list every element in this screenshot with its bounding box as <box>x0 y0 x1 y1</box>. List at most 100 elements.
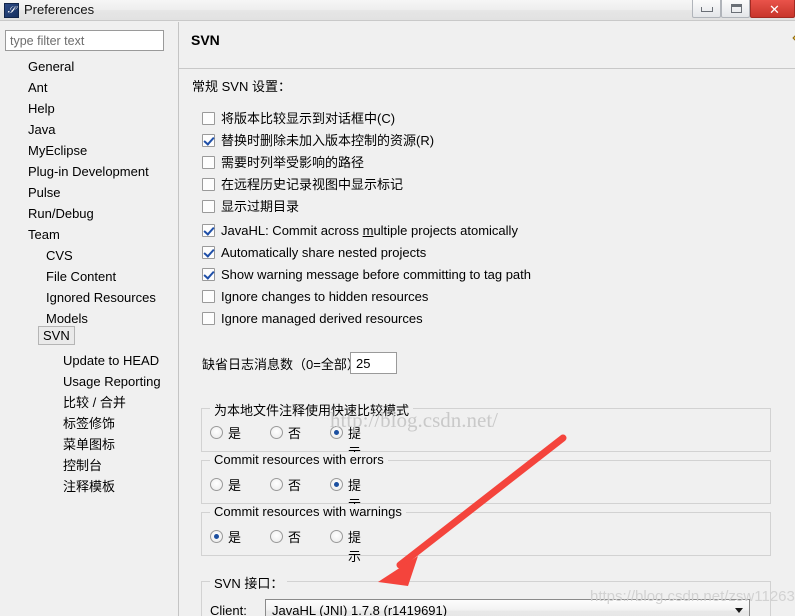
tree-item-label: File Content <box>46 269 117 284</box>
sidebar-item-comment-templates[interactable]: 注释模板 <box>63 476 115 497</box>
sidebar-item-run-debug[interactable]: Run/Debug <box>28 203 94 224</box>
sidebar-item-team[interactable]: Team <box>28 224 60 245</box>
checkbox-label: 显示过期目录 <box>221 199 300 214</box>
tree-item-label: Update to HEAD <box>63 353 160 368</box>
sidebar-item-menu-icons[interactable]: 菜单图标 <box>63 434 115 455</box>
radio-label: 是 <box>228 530 242 545</box>
tree-item-label: Ant <box>28 80 48 95</box>
checkbox-label: Automatically share nested projects <box>221 245 427 260</box>
preferences-tree[interactable]: General Ant Help Java MyEclipse Plug-in … <box>0 56 178 601</box>
checkbox-label: Show warning message before committing t… <box>221 267 532 282</box>
window-title: Preferences <box>24 2 95 17</box>
pane-header-separator <box>179 68 795 69</box>
radio-indicator <box>330 530 343 543</box>
radio-label: 是 <box>228 478 242 493</box>
radio-indicator <box>210 478 223 491</box>
watermark-center: http://blog.csdn.net/ <box>330 408 498 432</box>
sidebar-item-usage-reporting[interactable]: Usage Reporting <box>63 371 161 392</box>
checkbox-enumerate-affected-paths[interactable] <box>202 156 215 169</box>
sidebar-item-plugin-development[interactable]: Plug-in Development <box>28 161 149 182</box>
group-commit-with-errors: Commit resources with errors 是 否 提示 <box>201 452 771 512</box>
tree-item-label: Pulse <box>28 185 61 200</box>
checkbox-ignore-managed-derived-resources[interactable] <box>202 312 215 325</box>
window-controls: ✕ <box>692 0 795 20</box>
svn-client-value: JavaHL (JNI) 1.7.8 (r1419691) <box>272 603 448 616</box>
checkbox-ignore-hidden-resources[interactable] <box>202 290 215 303</box>
radio-indicator <box>270 478 283 491</box>
radio-indicator <box>210 426 223 439</box>
tree-item-label: 菜单图标 <box>63 437 116 452</box>
sidebar-item-label-decorations[interactable]: 标签修饰 <box>63 413 115 434</box>
client-label: Client: <box>210 603 247 616</box>
filter-placeholder: type filter text <box>10 34 85 48</box>
sidebar-item-cvs[interactable]: CVS <box>46 245 73 266</box>
svn-preferences-pane: SVN 常规 SVN 设置： 将版本比较显示到对话框中(C) 替换时删除未加入版… <box>179 22 795 616</box>
tree-item-label: Java <box>28 122 56 137</box>
radio-label: 是 <box>228 426 242 441</box>
sidebar-item-myeclipse[interactable]: MyEclipse <box>28 140 87 161</box>
checkbox-label: 将版本比较显示到对话框中(C) <box>221 111 396 126</box>
checkbox-label: 需要时列举受影响的路径 <box>221 155 365 170</box>
sidebar-item-general[interactable]: General <box>28 56 74 77</box>
preferences-window: 𝒮 Preferences ✕ type filter text General… <box>0 0 795 616</box>
maximize-button[interactable] <box>721 0 750 18</box>
tree-item-label: Ignored Resources <box>46 290 156 305</box>
group-legend: SVN 接口： <box>210 573 288 592</box>
log-messages-label: 缺省日志消息数（0=全部） <box>202 357 360 372</box>
back-arrow-glyph <box>792 35 795 41</box>
window-titlebar: 𝒮 Preferences ✕ <box>0 0 795 21</box>
eclipse-icon: 𝒮 <box>4 3 19 18</box>
sidebar-item-ant[interactable]: Ant <box>28 77 48 98</box>
tree-item-label: 控制台 <box>63 458 103 473</box>
radio-indicator <box>270 426 283 439</box>
tree-item-label-selected: SVN <box>38 326 75 345</box>
sidebar-item-update-to-head[interactable]: Update to HEAD <box>63 350 159 371</box>
tree-item-label: General <box>28 59 75 74</box>
checkbox-label: Ignore changes to hidden resources <box>221 289 429 304</box>
sidebar-item-help[interactable]: Help <box>28 98 55 119</box>
radio-label: 否 <box>288 530 302 545</box>
minimize-icon <box>701 7 713 12</box>
sidebar-item-java[interactable]: Java <box>28 119 55 140</box>
checkbox-warn-before-tag-commit[interactable] <box>202 268 215 281</box>
checkbox-javahl-commit-atomically[interactable] <box>202 224 215 237</box>
close-icon: ✕ <box>769 2 780 17</box>
tree-item-label: Models <box>46 311 88 326</box>
group-legend: Commit resources with errors <box>210 452 388 467</box>
sidebar-item-compare-merge[interactable]: 比较 / 合并 <box>63 392 126 413</box>
minimize-button[interactable] <box>692 0 721 18</box>
radio-indicator <box>270 530 283 543</box>
log-messages-input[interactable]: 25 <box>350 352 397 374</box>
tree-item-label: Plug-in Development <box>28 164 149 179</box>
sidebar-item-file-content[interactable]: File Content <box>46 266 116 287</box>
checkbox-label: 在远程历史记录视图中显示标记 <box>221 177 404 192</box>
group-commit-with-warnings: Commit resources with warnings 是 否 提示 <box>201 504 771 564</box>
tree-item-label: Usage Reporting <box>63 374 161 389</box>
checkbox-label: 替换时删除未加入版本控制的资源(R) <box>221 133 435 148</box>
checkbox-show-marks-in-remote-history[interactable] <box>202 178 215 191</box>
radio-indicator <box>210 530 223 543</box>
checkbox-label: Ignore managed derived resources <box>221 311 423 326</box>
radio-label: 否 <box>288 426 302 441</box>
checkbox-show-expired-directories[interactable] <box>202 200 215 213</box>
sidebar-item-ignored-resources[interactable]: Ignored Resources <box>46 287 156 308</box>
tree-item-label: MyEclipse <box>28 143 88 158</box>
radio-label: 提示 <box>348 530 362 564</box>
filter-input-wrapper[interactable]: type filter text <box>5 30 164 51</box>
checkbox-auto-share-nested-projects[interactable] <box>202 246 215 259</box>
tree-item-label: Team <box>28 227 60 242</box>
close-button[interactable]: ✕ <box>750 0 795 18</box>
group-legend: Commit resources with warnings <box>210 504 406 519</box>
radio-label: 否 <box>288 478 302 493</box>
back-arrow-icon[interactable] <box>791 27 795 54</box>
log-messages-value: 25 <box>356 356 371 371</box>
chevron-down-icon <box>735 608 743 613</box>
sidebar-item-svn[interactable]: SVN <box>38 325 75 346</box>
checkbox-show-compare-in-dialog[interactable] <box>202 112 215 125</box>
checkbox-remove-unversioned-on-replace[interactable] <box>202 134 215 147</box>
tree-item-label: 注释模板 <box>63 479 116 494</box>
sidebar-item-pulse[interactable]: Pulse <box>28 182 61 203</box>
sidebar-item-console[interactable]: 控制台 <box>63 455 102 476</box>
page-title: SVN <box>191 32 220 48</box>
radio-indicator <box>330 478 343 491</box>
